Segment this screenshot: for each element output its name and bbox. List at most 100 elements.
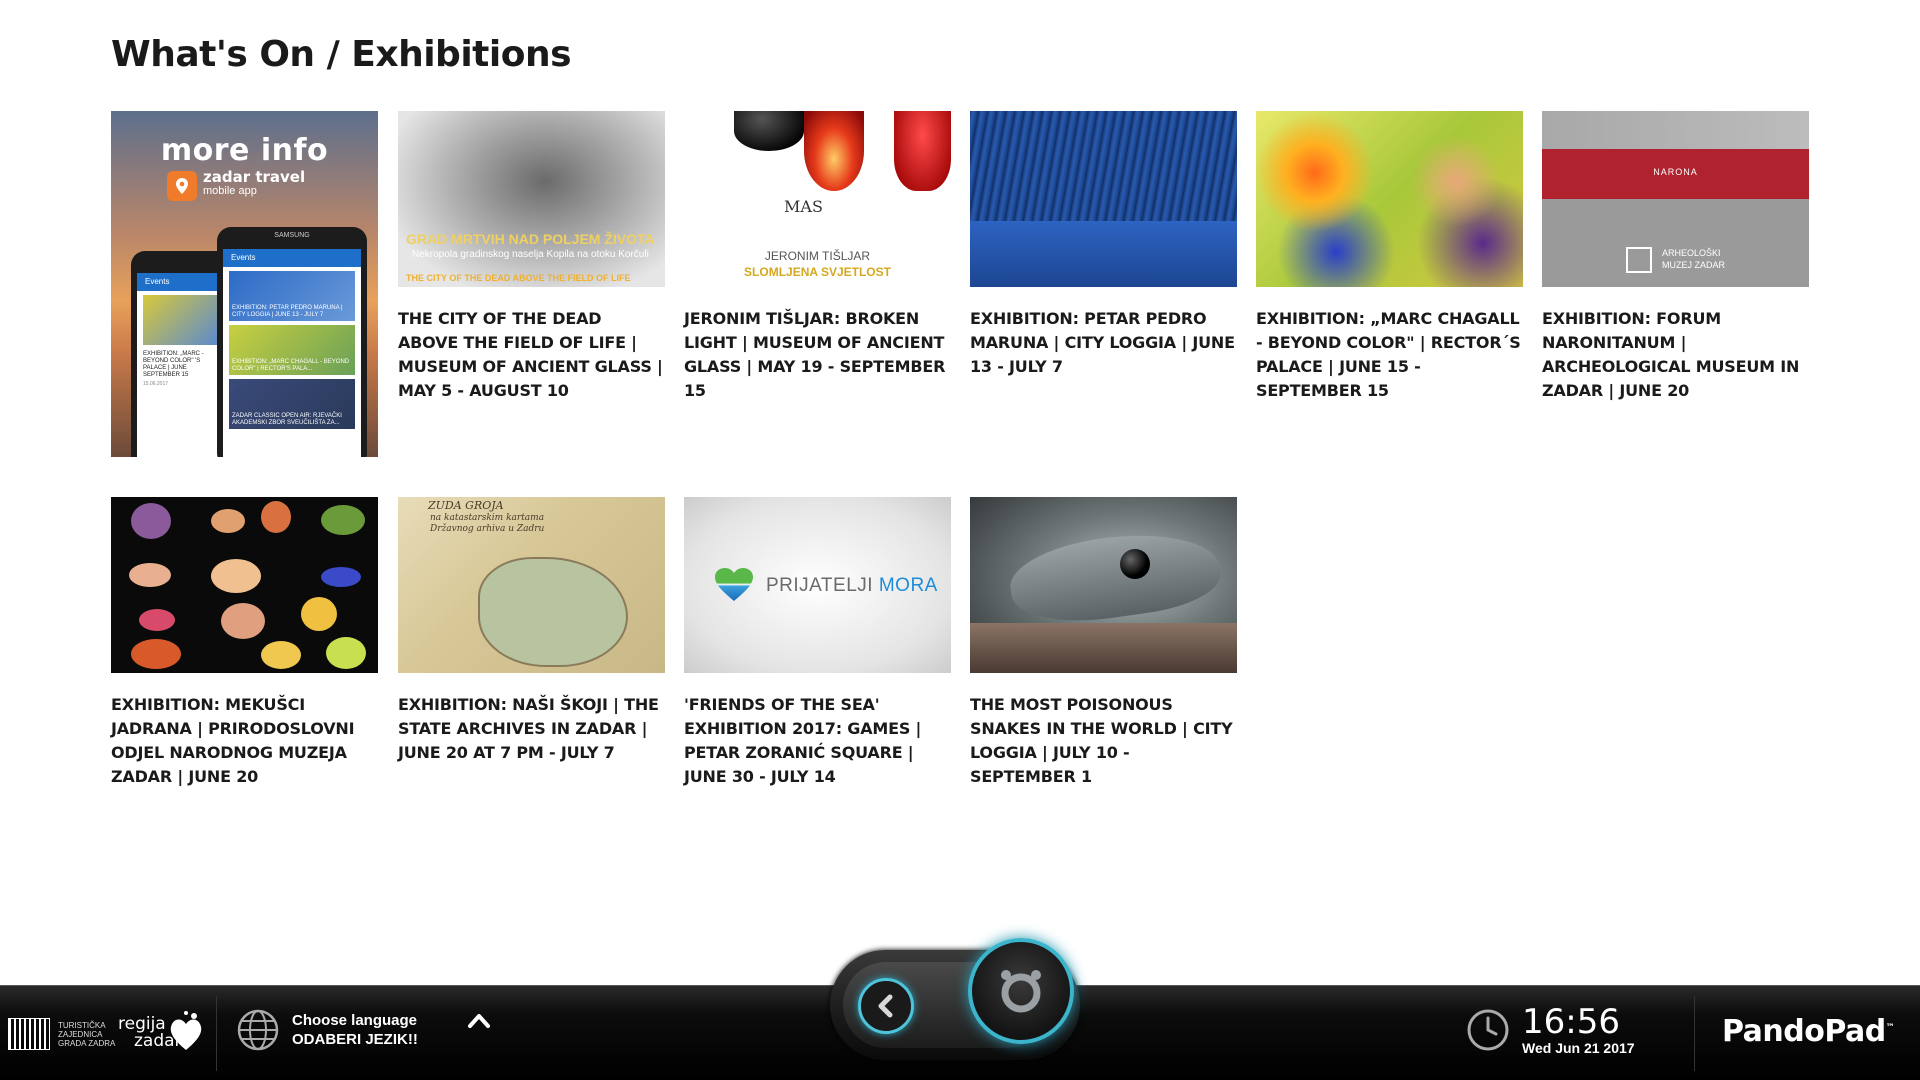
thumb-wood <box>970 623 1237 673</box>
globe-icon[interactable] <box>236 1008 280 1052</box>
phone-tile-text: ZADAR CLASSIC OPEN AIR: RJEVAČKI AKADEMS… <box>232 413 342 426</box>
snake-head <box>1005 522 1225 632</box>
event-card[interactable]: ZUDA GROJA na katastarskim kartama Držav… <box>398 497 665 765</box>
shell-shape <box>139 609 175 631</box>
thumb-caption: GRAD MRTVIH NAD POLJEM ŽIVOTA <box>406 231 655 247</box>
heart-logo-icon <box>715 568 753 601</box>
thumb-caption: na katastarskim kartama Državnog arhiva … <box>430 513 545 534</box>
event-thumbnail <box>970 497 1237 673</box>
home-button[interactable] <box>968 938 1074 1044</box>
page: What's On / Exhibitions more info zadar … <box>0 0 1920 1080</box>
thumb-band <box>1542 111 1809 149</box>
sea-logo-text: PRIJATELJI MORA <box>766 575 938 597</box>
chevron-up-icon[interactable] <box>466 1008 492 1034</box>
event-card[interactable]: EXHIBITION: PETAR PEDRO MARUNA | CITY LO… <box>970 111 1237 379</box>
sea-logo-word: PRIJATELJI <box>766 575 874 596</box>
phone-bar-front: Events <box>223 249 361 267</box>
thumb-caption: SLOMLJENA SVJETLOST <box>744 265 891 279</box>
shell-shape <box>321 567 361 587</box>
event-card[interactable]: THE MOST POISONOUS SNAKES IN THE WORLD |… <box>970 497 1237 789</box>
shell-shape <box>326 637 366 669</box>
glass-shape <box>894 111 951 191</box>
snake-eye <box>1120 549 1150 579</box>
event-title: EXHIBITION: PETAR PEDRO MARUNA | CITY LO… <box>970 309 1235 376</box>
event-thumbnail: NARONA ARHEOLOŠKI MUZEJ ZADAR <box>1542 111 1809 287</box>
event-card[interactable]: NARONA ARHEOLOŠKI MUZEJ ZADAR EXHIBITION… <box>1542 111 1809 403</box>
clock-icon <box>1467 1009 1509 1051</box>
language-label[interactable]: Choose language <box>292 1012 417 1029</box>
event-title: JERONIM TIŠLJAR: BROKEN LIGHT | MUSEUM O… <box>684 309 946 400</box>
heart-logo-icon <box>170 1011 202 1050</box>
thumb-caption: Nekropola gradinskog naselja Kopila na o… <box>412 249 649 260</box>
tz-logo-icon <box>8 1018 50 1050</box>
phone-tile-text: EXHIBITION: „MARC CHAGALL - BEYOND COLOR… <box>232 359 350 372</box>
phone-tile-3: ZADAR CLASSIC OPEN AIR: RJEVAČKI AKADEMS… <box>229 379 355 429</box>
phone-tile-text: EXHIBITION: PETAR PEDRO MARUNA | CITY LO… <box>232 305 343 318</box>
shell-shape <box>131 503 171 539</box>
shell-shape <box>321 505 365 535</box>
thumb-caption: ARHEOLOŠKI MUZEJ ZADAR <box>1662 248 1725 270</box>
event-thumbnail <box>1256 111 1523 287</box>
back-button[interactable] <box>858 978 914 1034</box>
event-thumbnail <box>111 497 378 673</box>
event-thumbnail <box>970 111 1237 287</box>
event-title: EXHIBITION: FORUM NARONITANUM | ARCHEOLO… <box>1542 309 1800 400</box>
chevron-left-icon <box>878 994 893 1018</box>
museum-icon <box>1626 247 1652 273</box>
event-thumbnail: MAS JERONIM TIŠLJAR SLOMLJENA SVJETLOST <box>684 111 951 287</box>
shell-shape <box>131 639 181 669</box>
event-title: 'FRIENDS OF THE SEA' EXHIBITION 2017: GA… <box>684 695 922 786</box>
tz-logo: TURISTIČKA ZAJEDNICA GRADA ZADRA <box>8 1018 128 1050</box>
event-card[interactable]: GRAD MRTVIH NAD POLJEM ŽIVOTA Nekropola … <box>398 111 665 403</box>
event-thumbnail: ZUDA GROJA na katastarskim kartama Držav… <box>398 497 665 673</box>
shell-shape <box>261 641 301 669</box>
promo-app-name: zadar travel <box>203 168 306 186</box>
event-card[interactable]: PRIJATELJI MORA 'FRIENDS OF THE SEA' EXH… <box>684 497 951 789</box>
shell-shape <box>211 509 245 533</box>
brand-text: PandoPad <box>1722 1014 1886 1049</box>
thumb-caption: JERONIM TIŠLJAR <box>764 249 871 263</box>
event-thumbnail: PRIJATELJI MORA <box>684 497 951 673</box>
glass-shape <box>804 111 864 191</box>
event-title: EXHIBITION: „MARC CHAGALL - BEYOND COLOR… <box>1256 309 1521 400</box>
event-title: THE CITY OF THE DEAD ABOVE THE FIELD OF … <box>398 309 663 400</box>
pandopad-logo: PandoPad™ <box>1722 1014 1895 1049</box>
narona-logo: NARONA <box>1653 167 1698 177</box>
phone-bar: Events <box>137 273 225 291</box>
event-card[interactable]: EXHIBITION: „MARC CHAGALL - BEYOND COLOR… <box>1256 111 1523 403</box>
event-title: EXHIBITION: MEKUŠCI JADRANA | PRIRODOSLO… <box>111 695 355 786</box>
promo-title: more info <box>160 133 329 168</box>
phone-tile-1: EXHIBITION: PETAR PEDRO MARUNA | CITY LO… <box>229 271 355 321</box>
phone-tile-2: EXHIBITION: „MARC CHAGALL - BEYOND COLOR… <box>229 325 355 375</box>
shell-shape <box>129 563 171 587</box>
shell-shape <box>301 597 337 631</box>
event-card[interactable]: EXHIBITION: MEKUŠCI JADRANA | PRIRODOSLO… <box>111 497 378 789</box>
phone-brand: SAMSUNG <box>274 232 310 239</box>
glass-shape <box>734 111 804 151</box>
event-title: EXHIBITION: NAŠI ŠKOJI | THE STATE ARCHI… <box>398 695 659 762</box>
phone-front: SAMSUNG Events EXHIBITION: PETAR PEDRO M… <box>217 227 367 457</box>
sea-logo-word: MORA <box>878 575 938 596</box>
thumb-caption: ZUDA GROJA <box>428 499 504 512</box>
promo-app-sub: mobile app <box>203 185 257 197</box>
event-card[interactable]: MAS JERONIM TIŠLJAR SLOMLJENA SVJETLOST … <box>684 111 951 403</box>
divider <box>1694 996 1695 1071</box>
map-pin-icon <box>167 171 197 201</box>
museum-logo: MAS <box>784 197 823 216</box>
language-label-hr[interactable]: ODABERI JEZIK!! <box>292 1031 418 1048</box>
phone-side-text: EXHIBITION: „MARC - BEYOND COLOR" 'S PAL… <box>143 351 204 378</box>
map-island <box>478 557 628 667</box>
phone-back: Events EXHIBITION: „MARC - BEYOND COLOR"… <box>131 251 231 457</box>
thumb-caption: THE CITY OF THE DEAD ABOVE THE FIELD OF … <box>406 273 631 283</box>
pandopad-logo-icon <box>1001 970 1041 1013</box>
brand-tm: ™ <box>1885 1023 1895 1033</box>
phone-side-date: 15.06.2017 <box>143 381 169 387</box>
divider <box>216 996 217 1071</box>
clock-date: Wed Jun 21 2017 <box>1522 1040 1635 1056</box>
thumb-band: NARONA <box>1542 149 1809 199</box>
shell-shape <box>221 603 265 639</box>
promo-banner[interactable]: more info zadar travel mobile app Events… <box>111 111 378 457</box>
clock-time: 16:56 <box>1522 1002 1620 1042</box>
thumb-band <box>970 221 1237 287</box>
shell-shape <box>261 501 291 533</box>
